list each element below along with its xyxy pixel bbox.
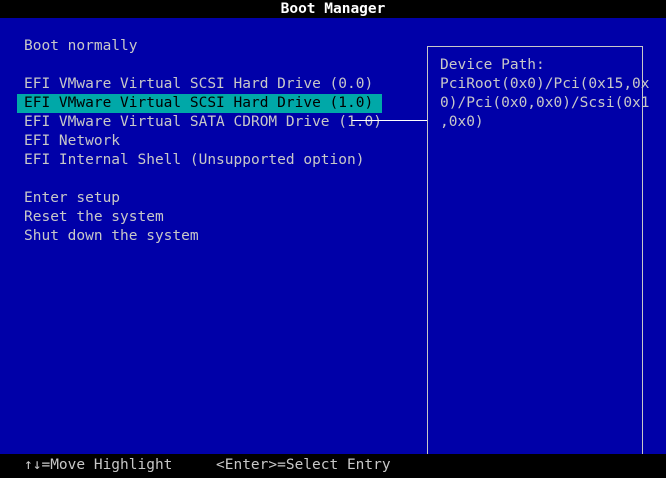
selection-connector-line — [352, 120, 428, 121]
device-path-line: PciRoot(0x0)/Pci(0x15,0x — [440, 76, 650, 92]
menu-item-efi-internal-shell[interactable]: EFI Internal Shell (Unsupported option) — [24, 151, 364, 170]
footer-hint-bar: ↑↓=Move Highlight <Enter>=Select Entry — [0, 454, 666, 478]
device-path-label: Device Path: — [440, 57, 545, 73]
boot-manager-screen: Boot Manager Boot normally EFI VMware Vi… — [0, 0, 666, 478]
page-title: Boot Manager — [280, 1, 386, 17]
device-path-panel: Device Path: PciRoot(0x0)/Pci(0x15,0x 0)… — [427, 46, 650, 462]
title-bar: Boot Manager — [0, 0, 666, 18]
menu-item-scsi-hard-drive-1-0[interactable]: EFI VMware Virtual SCSI Hard Drive (1.0) — [17, 94, 383, 113]
menu-item-shut-down-system[interactable]: Shut down the system — [24, 227, 199, 246]
menu-item-enter-setup[interactable]: Enter setup — [24, 189, 120, 208]
select-entry-hint: <Enter>=Select Entry — [216, 457, 391, 473]
menu-item-reset-system[interactable]: Reset the system — [24, 208, 164, 227]
menu-item-sata-cdrom-drive[interactable]: EFI VMware Virtual SATA CDROM Drive (1.0… — [24, 113, 382, 132]
menu-item-scsi-hard-drive-0-0[interactable]: EFI VMware Virtual SCSI Hard Drive (0.0) — [24, 75, 373, 94]
menu-item-efi-network[interactable]: EFI Network — [24, 132, 120, 151]
main-area: Boot normally EFI VMware Virtual SCSI Ha… — [0, 18, 666, 462]
device-path-line: 0)/Pci(0x0,0x0)/Scsi(0x1 — [440, 95, 650, 111]
menu-item-boot-normally[interactable]: Boot normally — [24, 37, 138, 56]
device-path-line: ,0x0) — [440, 114, 484, 130]
move-highlight-hint: ↑↓=Move Highlight — [24, 457, 173, 473]
